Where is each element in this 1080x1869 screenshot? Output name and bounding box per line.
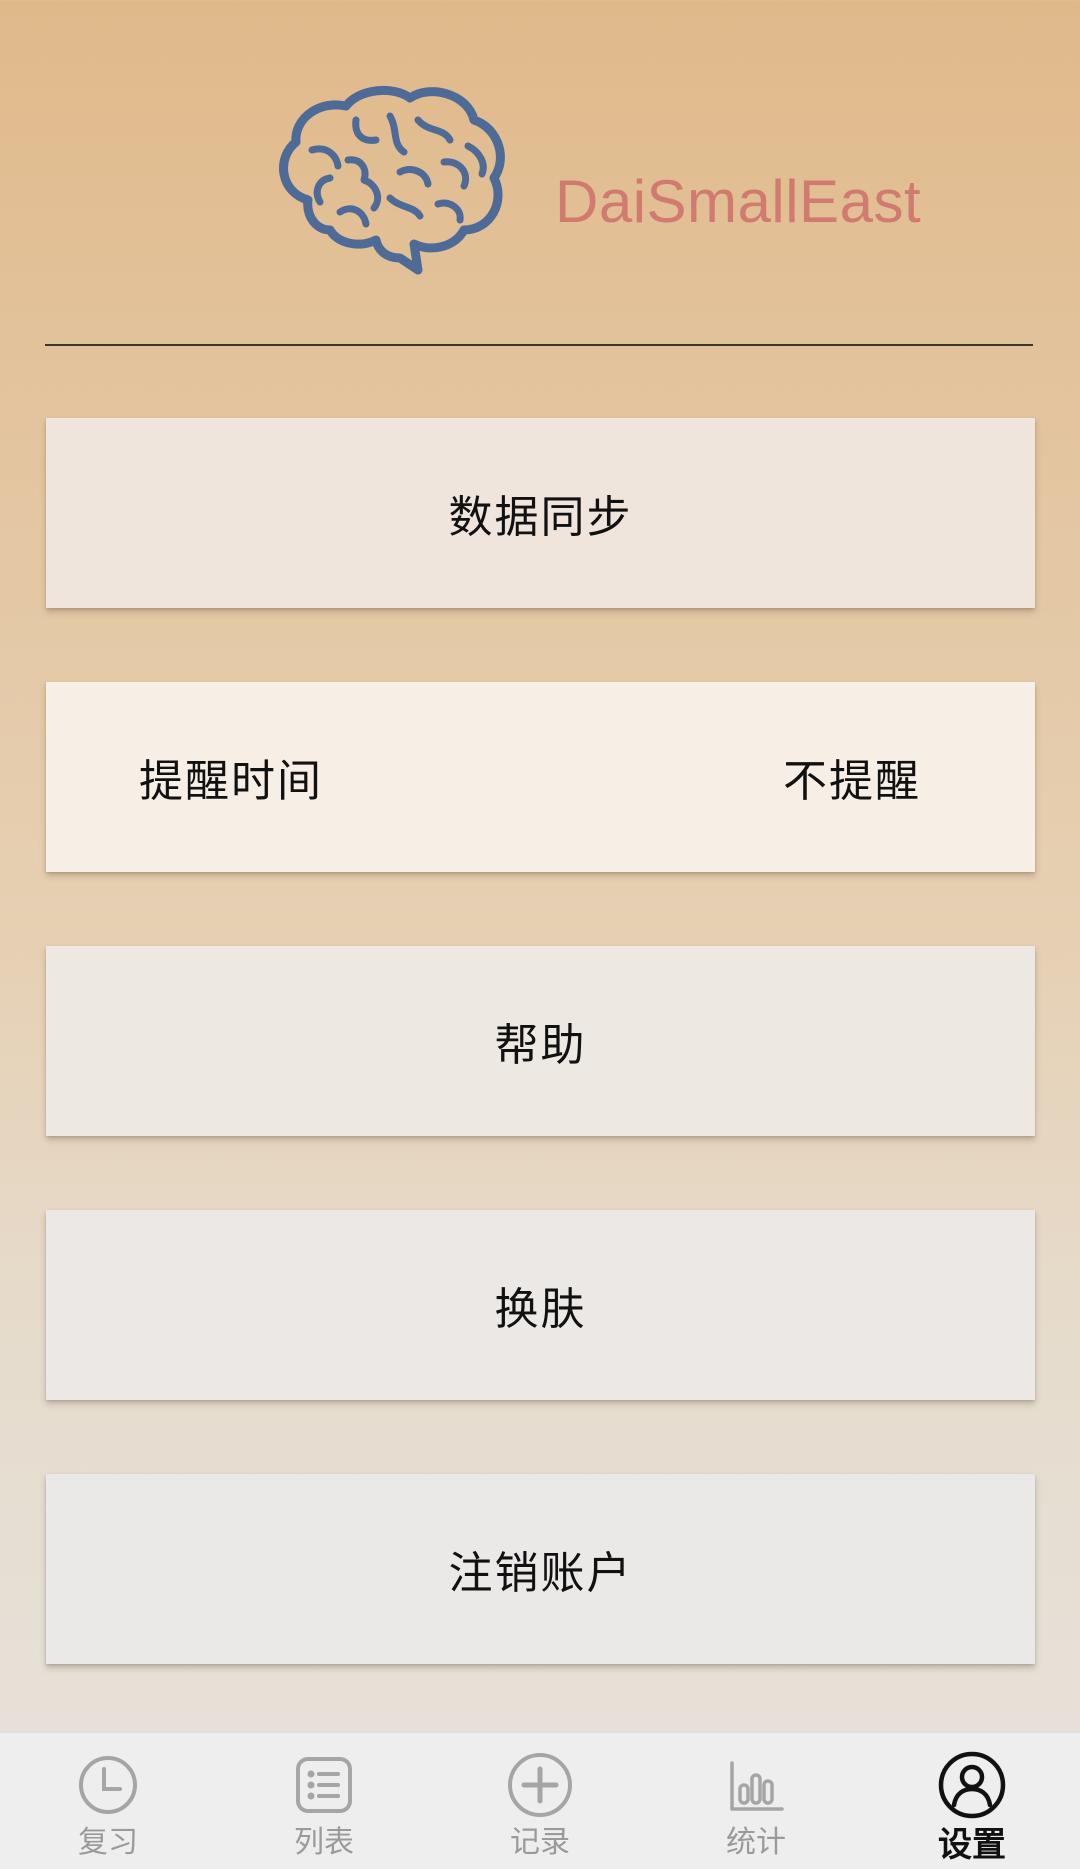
- tab-record-label: 记录: [510, 1825, 570, 1860]
- help-button[interactable]: 帮助: [46, 946, 1035, 1136]
- data-sync-label: 数据同步: [448, 492, 633, 543]
- data-sync-button[interactable]: 数据同步: [46, 418, 1035, 608]
- user-circle-icon: [938, 1751, 1006, 1819]
- tab-list-label: 列表: [294, 1825, 354, 1860]
- tab-settings[interactable]: 设置: [864, 1733, 1080, 1869]
- clock-icon: [79, 1756, 137, 1814]
- reminder-time-label: 提醒时间: [139, 756, 323, 807]
- tab-statistics[interactable]: 统计: [648, 1733, 864, 1869]
- tab-review[interactable]: 复习: [0, 1733, 216, 1869]
- header: DaiSmallEast: [0, 0, 1080, 345]
- list-icon: [296, 1757, 352, 1813]
- reminder-time-row[interactable]: 提醒时间 不提醒: [46, 682, 1035, 872]
- tab-review-label: 复习: [78, 1825, 138, 1860]
- bar-chart-icon: [730, 1761, 784, 1811]
- tab-statistics-label: 统计: [726, 1825, 786, 1860]
- logout-account-label: 注销账户: [448, 1548, 633, 1599]
- header-divider: [45, 344, 1033, 346]
- help-label: 帮助: [494, 1020, 587, 1071]
- brand-name: DaiSmallEast: [555, 168, 922, 235]
- change-skin-label: 换肤: [494, 1284, 587, 1335]
- tab-record[interactable]: 记录: [432, 1733, 648, 1869]
- bottom-tab-bar: 复习 列表 记录 统计 设置: [0, 1732, 1080, 1869]
- tab-settings-label: 设置: [938, 1825, 1006, 1865]
- brain-icon: [279, 85, 505, 275]
- change-skin-button[interactable]: 换肤: [46, 1210, 1035, 1400]
- plus-circle-icon: [508, 1753, 572, 1817]
- reminder-time-value: 不提醒: [783, 756, 921, 807]
- logout-account-button[interactable]: 注销账户: [46, 1474, 1035, 1664]
- tab-list[interactable]: 列表: [216, 1733, 432, 1869]
